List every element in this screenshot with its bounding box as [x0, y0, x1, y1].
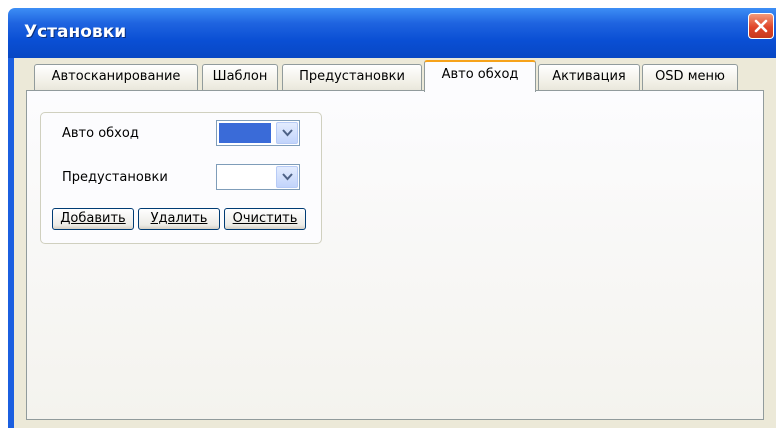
clear-button[interactable]: Очистить	[224, 208, 306, 230]
delete-button[interactable]: Удалить	[138, 208, 220, 230]
tab-autoscan[interactable]: Автосканирование	[34, 64, 198, 90]
add-button[interactable]: Добавить	[52, 208, 134, 230]
chevron-down-icon	[282, 173, 293, 181]
window-title: Установки	[24, 22, 127, 42]
auto-tour-selected-value	[219, 123, 271, 143]
tab-osd-menu[interactable]: OSD меню	[642, 64, 738, 90]
close-button[interactable]	[748, 13, 774, 39]
chevron-down-icon	[282, 129, 293, 137]
settings-window: Установки Автосканирование Шаблон Предус…	[0, 0, 776, 428]
close-icon	[754, 19, 768, 33]
tab-template[interactable]: Шаблон	[202, 64, 278, 90]
auto-tour-label: Авто обход	[62, 126, 139, 141]
tab-presets[interactable]: Предустановки	[282, 64, 422, 90]
auto-tour-dropdown-button[interactable]	[276, 122, 298, 144]
tab-auto-tour[interactable]: Авто обход	[424, 60, 536, 92]
auto-tour-select[interactable]	[216, 120, 300, 146]
presets-dropdown-button[interactable]	[276, 166, 298, 188]
title-bar[interactable]: Установки	[8, 8, 776, 58]
presets-label: Предустановки	[62, 170, 168, 185]
presets-selected-value	[219, 167, 271, 187]
tab-activation[interactable]: Активация	[538, 64, 640, 90]
presets-select[interactable]	[216, 164, 300, 190]
